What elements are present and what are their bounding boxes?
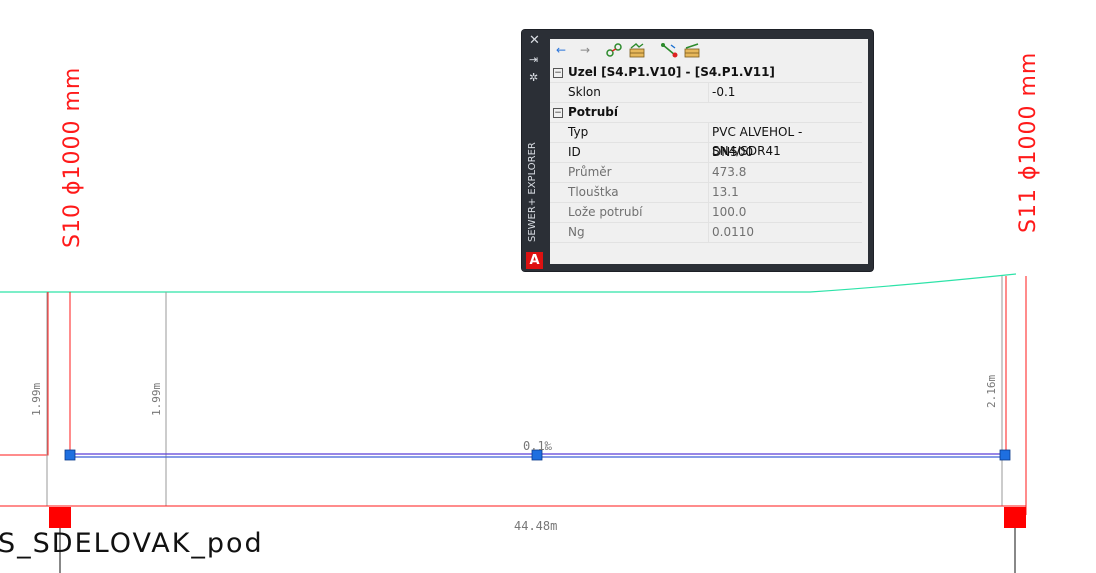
property-value: 473.8 [712,165,747,179]
property-row-prumer[interactable]: Průměr 473.8 [550,163,862,183]
depth-label-right[interactable]: 2.16m [985,375,998,408]
palette-content: ← → − Uzel [S4.P1.V10] - [S4.P1.V11] Skl… [550,39,868,264]
property-key: Průměr [568,165,612,179]
depth-label-left[interactable]: 1.99m [30,383,43,416]
slope-label[interactable]: 0.1‰ [523,439,552,453]
property-value: 100.0 [712,205,747,219]
property-value[interactable]: -0.1 [712,83,862,102]
property-key: Sklon [568,85,601,99]
right-manhole-marker[interactable] [1004,507,1026,528]
right-manhole-label[interactable]: S11 ϕ1000 mm [1016,52,1041,233]
sewer-explorer-palette[interactable]: ✕ ⇥ ✲ SEWER+ EXPLORER A ← → − Uzel [S4.P… [522,30,873,271]
property-value: 13.1 [712,185,739,199]
terrain-line[interactable] [0,273,1017,293]
property-value: 0.0110 [712,225,754,239]
settings-icon[interactable]: ✲ [529,72,538,84]
collapse-icon[interactable]: − [553,68,563,78]
left-manhole-marker[interactable] [49,507,71,528]
category-row-node[interactable]: − Uzel [S4.P1.V10] - [S4.P1.V11] [550,63,862,83]
pin-icon[interactable]: ⇥ [529,54,538,66]
pipe-table-icon[interactable] [683,42,701,58]
property-key: Lože potrubí [568,205,643,219]
forward-arrow-icon[interactable]: → [576,42,594,58]
collapse-icon[interactable]: − [553,108,563,118]
palette-title: SEWER+ EXPLORER [527,142,538,242]
layer-text[interactable]: S_SDELOVAK_pod [0,528,264,559]
category-label: Uzel [S4.P1.V10] - [S4.P1.V11] [568,65,775,79]
property-row-ng[interactable]: Ng 0.0110 [550,223,862,243]
length-label[interactable]: 44.48m [514,519,557,533]
property-key: Tlouštka [568,185,619,199]
pipe-profile-icon[interactable] [660,42,678,58]
palette-toolbar: ← → [550,39,868,61]
back-arrow-icon[interactable]: ← [552,42,570,58]
property-row-id[interactable]: ID DN500 [550,143,862,163]
property-grid[interactable]: − Uzel [S4.P1.V10] - [S4.P1.V11] Sklon -… [550,63,862,243]
node-table-icon[interactable] [628,42,646,58]
grip-end[interactable] [999,449,1011,461]
autocad-logo: A [526,252,543,269]
category-label: Potrubí [568,105,618,119]
property-row-typ[interactable]: Typ PVC ALVEHOL - SN4/SDR41 [550,123,862,158]
palette-titlebar[interactable]: ✕ ⇥ ✲ SEWER+ EXPLORER A [522,30,548,271]
property-key: Typ [568,125,589,139]
property-row-sklon[interactable]: Sklon -0.1 [550,83,862,103]
node-profile-icon[interactable] [605,42,623,58]
left-manhole-label[interactable]: S10 ϕ1000 mm [60,67,85,248]
grip-start[interactable] [64,449,76,461]
depth-label-mid[interactable]: 1.99m [150,383,163,416]
property-row-tloustka[interactable]: Tlouštka 13.1 [550,183,862,203]
category-row-pipe[interactable]: − Potrubí [550,103,862,123]
property-value[interactable]: DN500 [712,143,862,162]
property-key: Ng [568,225,585,239]
property-row-loze[interactable]: Lože potrubí 100.0 [550,203,862,223]
left-manhole-outline[interactable] [0,292,49,456]
property-key: ID [568,145,581,159]
close-icon[interactable]: ✕ [529,34,540,47]
